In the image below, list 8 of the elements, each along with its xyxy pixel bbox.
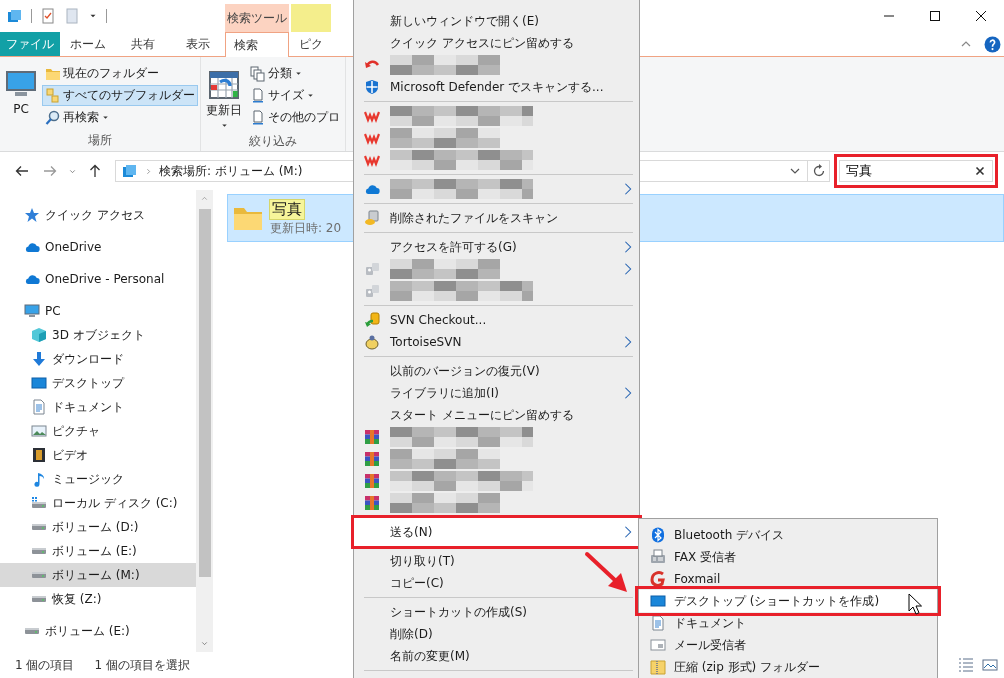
status-text: 1 個の項目を選択	[94, 656, 190, 674]
context-tab-header: 検索ツール	[225, 4, 289, 32]
address-path: 検索場所: ボリューム (M:)	[159, 162, 303, 180]
group-label: 場所	[87, 131, 113, 149]
group-label: 絞り込み	[248, 132, 298, 150]
status-text: 1 個の項目	[15, 656, 75, 674]
file-name: 写真	[270, 199, 304, 219]
file-modified-date: 更新日時: 20	[270, 219, 342, 237]
